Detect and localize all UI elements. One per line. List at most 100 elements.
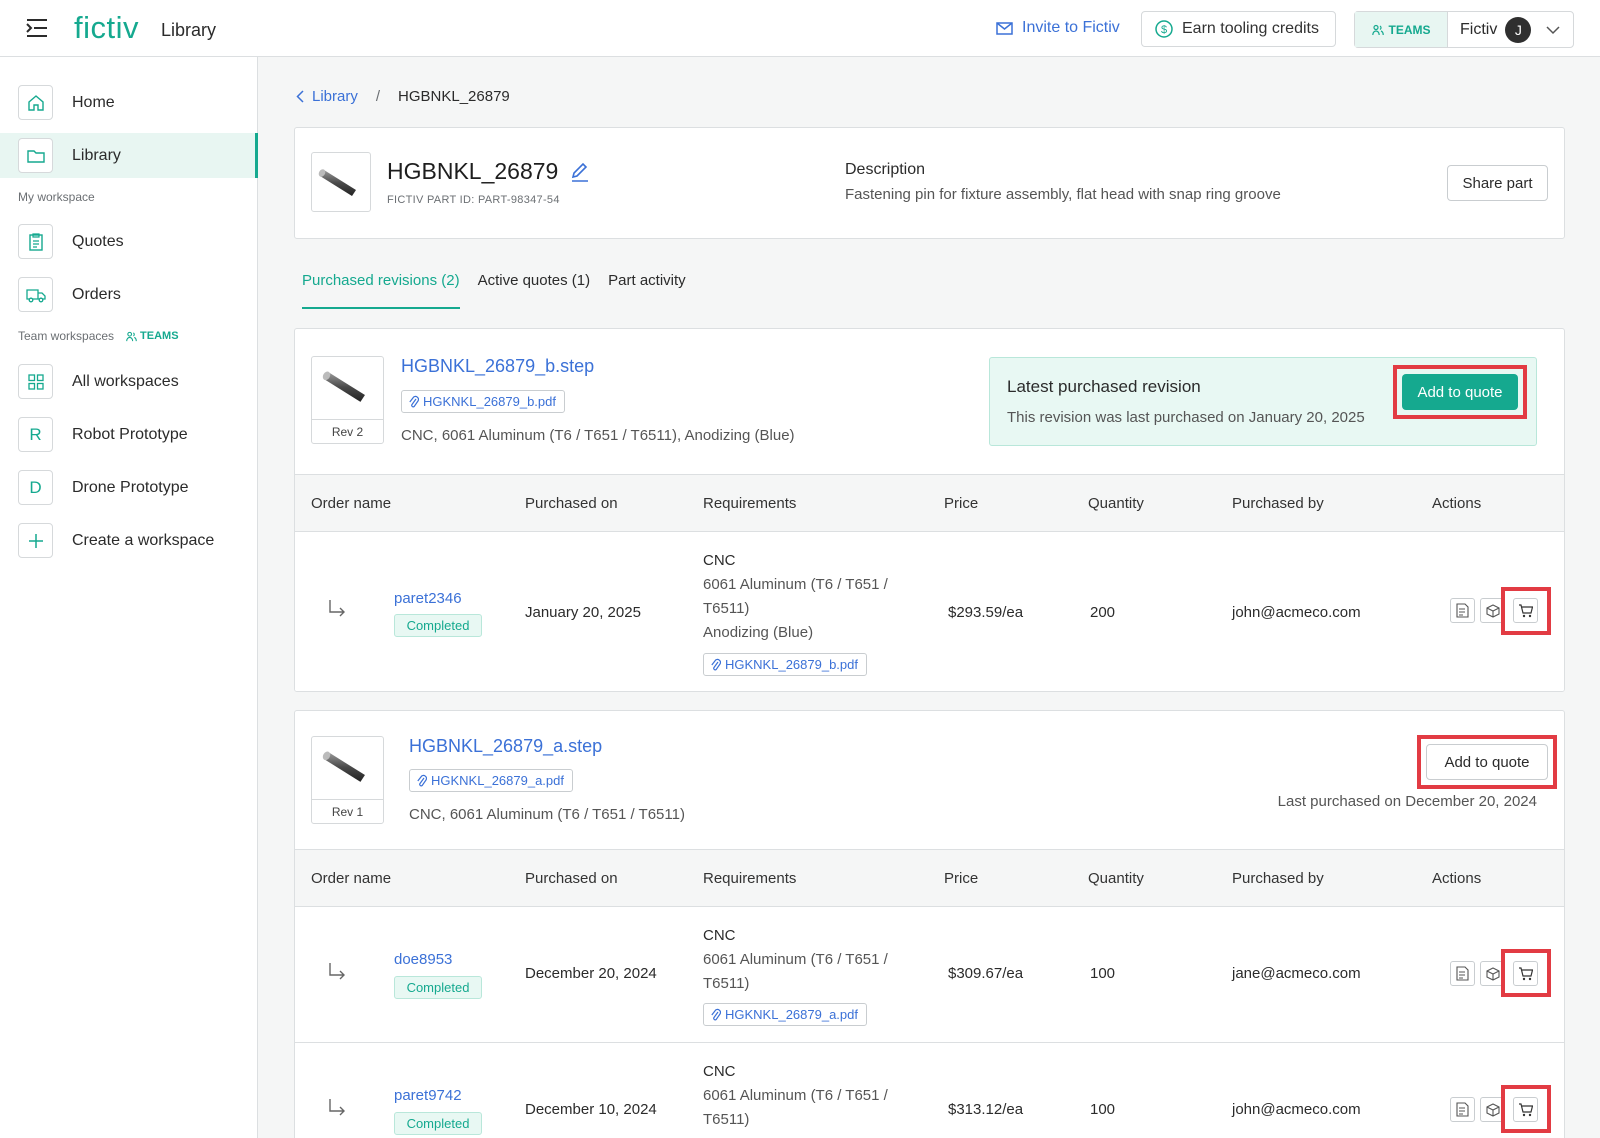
breadcrumb-current: HGBNKL_26879 — [398, 88, 510, 105]
view-document-button[interactable] — [1450, 961, 1475, 986]
tab-part-activity[interactable]: Part activity — [608, 272, 686, 309]
sidebar-item-library[interactable]: Library — [0, 133, 258, 178]
sidebar-item-label: Quotes — [72, 232, 124, 250]
top-bar: fictiv Library Invite to Fictiv $ Earn t… — [0, 0, 1600, 57]
sidebar-item-create-workspace[interactable]: Create a workspace — [0, 518, 258, 563]
revision-label: Rev 2 — [312, 419, 383, 443]
revision-thumbnail[interactable]: Rev 2 — [311, 356, 384, 444]
pdf-attachment[interactable]: HGKNKL_26879_b.pdf — [703, 653, 867, 676]
sidebar-item-drone-prototype[interactable]: D Drone Prototype — [0, 465, 258, 510]
clipboard-icon — [18, 224, 53, 259]
table-row: paret9742 Completed December 10, 2024 CN… — [295, 1043, 1564, 1138]
earn-credits-label: Earn tooling credits — [1182, 20, 1319, 37]
latest-revision-title: Latest purchased revision — [1007, 377, 1201, 396]
edit-pencil-icon[interactable] — [570, 162, 590, 182]
workspace-initial: D — [18, 470, 53, 505]
part-name-text: HGBNKL_26879 — [387, 158, 559, 184]
reorder-cart-button[interactable] — [1513, 1097, 1538, 1122]
view-document-button[interactable] — [1450, 598, 1475, 623]
sidebar-item-label: Orders — [72, 285, 121, 303]
add-to-quote-button[interactable]: Add to quote — [1426, 744, 1548, 780]
purchase-date: January 20, 2025 — [525, 604, 641, 621]
user-menu[interactable]: Fictiv J — [1448, 12, 1573, 47]
order-name-link[interactable]: doe8953 — [394, 951, 452, 968]
sidebar-item-robot-prototype[interactable]: R Robot Prototype — [0, 412, 258, 457]
price: $309.67/ea — [948, 965, 1024, 982]
breadcrumb-separator: / — [375, 88, 381, 105]
invite-link[interactable]: Invite to Fictiv — [996, 19, 1120, 37]
req-material-cont: T6511) — [703, 600, 750, 617]
avatar: J — [1505, 16, 1532, 43]
breadcrumb-back-link[interactable]: Library — [296, 88, 358, 105]
table-row: paret2346 Completed January 20, 2025 CNC… — [295, 532, 1564, 691]
status-badge: Completed — [394, 976, 482, 999]
sidebar-item-label: Home — [72, 93, 115, 111]
sidebar-item-home[interactable]: Home — [0, 80, 258, 125]
pdf-attachment[interactable]: HGKNKL_26879_b.pdf — [401, 390, 565, 413]
dollar-coin-icon: $ — [1155, 20, 1173, 38]
step-file-link[interactable]: HGBNKL_26879_b.step — [401, 356, 594, 377]
tab-active-quotes[interactable]: Active quotes (1) — [478, 272, 591, 309]
purchased-by: jane@acmeco.com — [1232, 965, 1361, 982]
pdf-attachment-label: HGKNKL_26879_a.pdf — [725, 1007, 858, 1022]
sidebar-item-quotes[interactable]: Quotes — [0, 219, 258, 264]
sub-item-arrow-icon — [329, 1099, 345, 1116]
col-quantity: Quantity — [1088, 870, 1144, 887]
plus-icon — [18, 523, 53, 558]
mail-icon — [996, 21, 1013, 35]
requirements-cell: CNC 6061 Aluminum (T6 / T651 / T6511) — [703, 1060, 913, 1132]
part-name: HGBNKL_26879 — [387, 158, 590, 185]
sidebar-item-all-workspaces[interactable]: All workspaces — [0, 359, 258, 404]
people-icon — [1371, 24, 1384, 35]
price: $293.59/ea — [948, 604, 1024, 621]
revision-label: Rev 1 — [312, 799, 383, 823]
pdf-attachment[interactable]: HGKNKL_26879_a.pdf — [703, 1003, 867, 1026]
brand-logo[interactable]: fictiv — [74, 10, 139, 46]
step-file-link[interactable]: HGBNKL_26879_a.step — [409, 736, 602, 757]
breadcrumb-parent: Library — [312, 88, 358, 105]
order-name-link[interactable]: paret2346 — [394, 590, 462, 607]
revision-header: Rev 1 HGBNKL_26879_a.step HGKNKL_26879_a… — [295, 711, 1564, 849]
chevron-down-icon[interactable] — [1545, 25, 1561, 35]
revision-header: Rev 2 HGBNKL_26879_b.step HGKNKL_26879_b… — [295, 329, 1564, 474]
grid-icon — [18, 364, 53, 399]
order-name-link[interactable]: paret9742 — [394, 1087, 462, 1104]
document-icon — [1456, 966, 1469, 981]
cart-icon — [1519, 966, 1533, 980]
cube-icon — [1485, 603, 1500, 618]
revision-card: Rev 1 HGBNKL_26879_a.step HGKNKL_26879_a… — [294, 710, 1565, 1138]
tab-purchased-revisions[interactable]: Purchased revisions (2) — [302, 272, 460, 309]
latest-revision-banner: Latest purchased revision This revision … — [989, 357, 1537, 446]
earn-credits-button[interactable]: $ Earn tooling credits — [1141, 11, 1336, 47]
part-thumbnail[interactable] — [311, 152, 371, 212]
price: $313.12/ea — [948, 1101, 1024, 1118]
share-part-button[interactable]: Share part — [1447, 165, 1548, 201]
revision-thumbnail[interactable]: Rev 1 — [311, 736, 384, 824]
reorder-cart-button[interactable] — [1513, 598, 1538, 623]
req-material: 6061 Aluminum (T6 / T651 / — [703, 1087, 888, 1104]
my-workspace-heading: My workspace — [18, 190, 95, 204]
col-requirements: Requirements — [703, 870, 797, 887]
status-badge: Completed — [394, 614, 482, 637]
view-document-button[interactable] — [1450, 1097, 1475, 1122]
requirements-cell: CNC 6061 Aluminum (T6 / T651 / T6511) — [703, 924, 913, 996]
account-switcher[interactable]: TEAMS Fictiv J — [1354, 11, 1574, 48]
truck-icon — [18, 277, 53, 312]
latest-revision-subtitle: This revision was last purchased on Janu… — [1007, 409, 1365, 426]
workspace-initial: R — [18, 417, 53, 452]
sidebar-item-orders[interactable]: Orders — [0, 272, 258, 317]
col-actions: Actions — [1432, 495, 1482, 512]
col-quantity: Quantity — [1088, 495, 1144, 512]
col-order-name: Order name — [311, 495, 392, 512]
pdf-attachment-label: HGKNKL_26879_a.pdf — [431, 773, 564, 788]
pdf-attachment[interactable]: HGKNKL_26879_a.pdf — [409, 769, 573, 792]
revision-spec: CNC, 6061 Aluminum (T6 / T651 / T6511), … — [401, 427, 795, 444]
sidebar: Home Library My workspace Quotes Orders … — [0, 57, 258, 1138]
revision-spec: CNC, 6061 Aluminum (T6 / T651 / T6511) — [409, 806, 685, 823]
sidebar-item-label: Drone Prototype — [72, 478, 189, 496]
menu-toggle-icon[interactable] — [26, 18, 48, 38]
add-to-quote-button[interactable]: Add to quote — [1402, 374, 1518, 410]
table-row: doe8953 Completed December 20, 2024 CNC … — [295, 907, 1564, 1043]
paperclip-icon — [409, 395, 419, 408]
reorder-cart-button[interactable] — [1513, 961, 1538, 986]
